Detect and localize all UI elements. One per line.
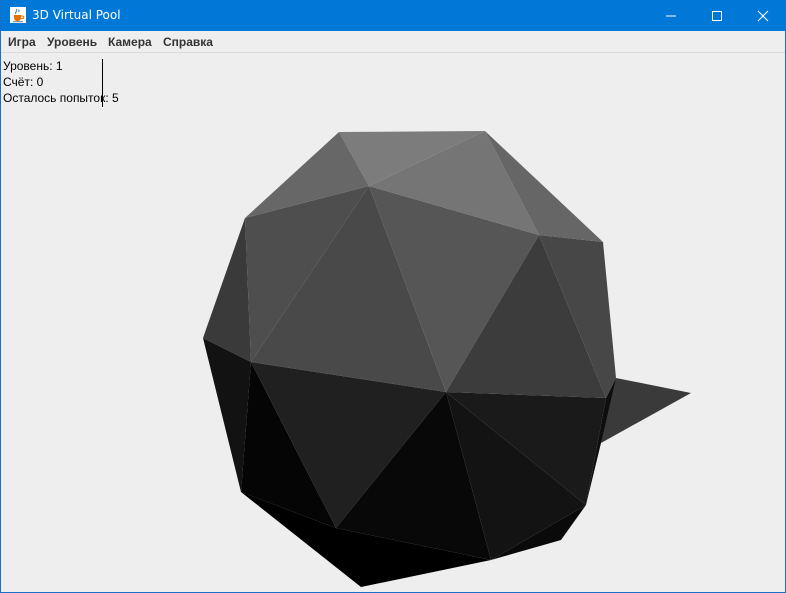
window-title: 3D Virtual Pool [32, 8, 121, 22]
menu-camera[interactable]: Камера [108, 35, 152, 49]
maximize-button[interactable] [694, 0, 740, 31]
ball-shadow [601, 378, 691, 443]
score-label: Счёт: 0 [3, 75, 44, 89]
maximize-icon [712, 11, 722, 21]
ball-face [203, 218, 251, 362]
level-label: Уровень: 1 [3, 59, 63, 73]
minimize-icon [666, 15, 676, 17]
menu-help[interactable]: Справка [163, 35, 213, 49]
game-canvas[interactable]: Уровень: 1 Счёт: 0 Осталось попыток: 5 [1, 54, 785, 592]
close-button[interactable] [740, 0, 785, 31]
app-window: 3D Virtual Pool Игра Уровень Камера Спра… [0, 0, 786, 593]
title-bar[interactable]: 3D Virtual Pool [1, 0, 785, 31]
cue-stick [102, 59, 103, 107]
close-icon [757, 10, 769, 22]
menu-bar: Игра Уровень Камера Справка [1, 31, 785, 53]
menu-level[interactable]: Уровень [47, 35, 97, 49]
minimize-button[interactable] [648, 0, 694, 31]
java-cup-icon [10, 7, 26, 23]
menu-game[interactable]: Игра [8, 35, 36, 49]
pool-scene [203, 131, 691, 587]
